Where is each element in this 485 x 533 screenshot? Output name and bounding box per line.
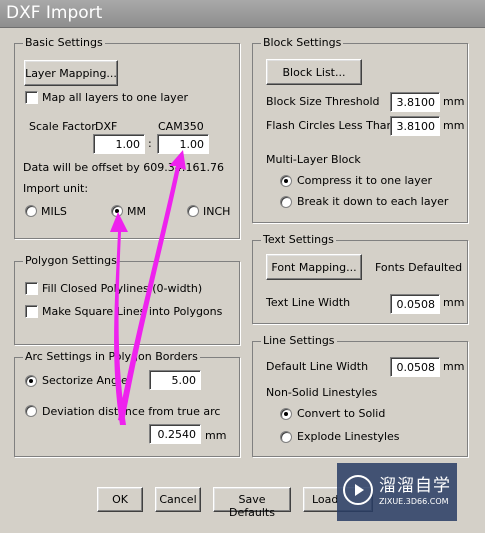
cam350-scale-input[interactable]: 1.00 [157,134,209,154]
save-defaults-button[interactable]: Save Defaults [213,487,291,519]
block-size-threshold-input[interactable]: 3.8100 [390,92,440,112]
make-square-label: Make Square Lines into Polygons [42,305,223,318]
text-line-width-input[interactable]: 0.0508 [390,294,440,314]
text-line-width-label: Text Line Width [266,296,351,309]
ok-button[interactable]: OK [97,487,143,512]
unit-inch-radio[interactable] [187,205,199,217]
map-all-layers-label: Map all layers to one layer [42,91,188,104]
polygon-settings-legend: Polygon Settings [23,254,119,267]
explode-linestyles-label: Explode Linestyles [297,430,400,443]
map-all-layers-checkbox[interactable] [25,91,38,104]
sectorize-input[interactable]: 5.00 [149,370,201,390]
default-line-width-input[interactable]: 0.0508 [390,357,440,377]
non-solid-linestyles-label: Non-Solid Linestyles [266,386,378,399]
flash-circles-unit: mm [443,119,465,132]
dxf-scale-input[interactable]: 1.00 [93,134,145,154]
default-line-width-unit: mm [443,360,465,373]
block-size-unit: mm [443,95,465,108]
cam350-label: CAM350 [158,120,204,133]
block-settings-legend: Block Settings [261,36,344,49]
dxf-label: DXF [95,120,118,133]
fill-closed-checkbox[interactable] [25,282,38,295]
unit-mm-label: MM [127,205,146,218]
polygon-settings-group: Polygon Settings [14,254,240,345]
unit-mils-radio[interactable] [25,205,37,217]
watermark-badge: 溜溜自学 ZIXUE.3D66.COM [337,463,457,521]
cancel-button[interactable]: Cancel [155,487,201,512]
make-square-checkbox[interactable] [25,305,38,318]
arc-settings-legend: Arc Settings in Polygon Borders [23,350,200,363]
text-settings-legend: Text Settings [261,233,336,246]
scale-factor-label: Scale Factor [29,120,96,133]
block-list-button[interactable]: Block List... [266,59,362,85]
deviation-unit: mm [205,429,227,442]
default-line-width-label: Default Line Width [266,360,369,373]
sectorize-label: Sectorize Angle [42,374,128,387]
line-settings-legend: Line Settings [261,334,337,347]
sectorize-radio[interactable] [25,375,37,387]
watermark-cn-text: 溜溜自学 [379,476,451,496]
convert-solid-radio[interactable] [280,408,292,420]
font-mapping-button[interactable]: Font Mapping... [266,254,362,280]
convert-solid-label: Convert to Solid [297,407,386,420]
basic-settings-legend: Basic Settings [23,36,105,49]
explode-linestyles-radio[interactable] [280,431,292,443]
deviation-input[interactable]: 0.2540 [149,424,201,444]
flash-circles-label: Flash Circles Less Than [266,119,394,132]
layer-mapping-button[interactable]: Layer Mapping... [24,60,118,86]
offset-text: Data will be offset by 609.34:161.76 [23,161,224,174]
flash-circles-input[interactable]: 3.8100 [390,116,440,136]
compress-layer-radio[interactable] [280,175,292,187]
title-bar: DXF Import [0,0,485,28]
window-title: DXF Import [6,3,103,23]
fill-closed-label: Fill Closed Polylines (0-width) [42,282,203,295]
play-logo-icon [343,475,373,505]
unit-inch-label: INCH [203,205,231,218]
deviation-radio[interactable] [25,405,37,417]
import-unit-label: Import unit: [23,182,89,195]
deviation-label: Deviation distance from true arc [42,405,221,418]
unit-mm-radio[interactable] [111,205,123,217]
compress-layer-label: Compress it to one layer [297,174,433,187]
break-down-label: Break it down to each layer [297,195,449,208]
text-line-width-unit: mm [443,296,465,309]
unit-mils-label: MILS [41,205,67,218]
break-down-radio[interactable] [280,196,292,208]
multi-layer-block-label: Multi-Layer Block [266,153,361,166]
scale-colon: : [148,137,152,150]
block-size-threshold-label: Block Size Threshold [266,95,380,108]
fonts-status: Fonts Defaulted [375,261,463,274]
watermark-en-text: ZIXUE.3D66.COM [379,497,449,506]
